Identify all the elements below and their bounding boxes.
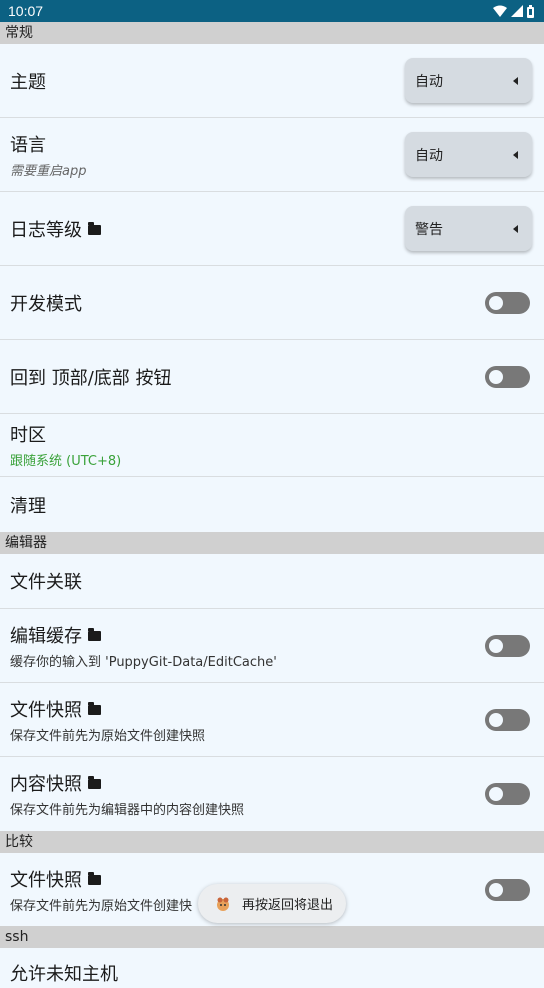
dropdown-value: 自动 <box>415 147 443 164</box>
setting-language[interactable]: 语言 需要重启app 自动 <box>0 118 544 192</box>
setting-file-association[interactable]: 文件关联 <box>0 554 544 609</box>
setting-subtitle: 缓存你的输入到 'PuppyGit-Data/EditCache' <box>10 654 277 670</box>
setting-title: 日志等级 <box>10 219 82 241</box>
setting-title: 文件快照 <box>10 699 82 721</box>
caret-left-icon <box>513 224 518 233</box>
setting-dev-mode[interactable]: 开发模式 <box>0 266 544 340</box>
setting-subtitle: 保存文件前先为原始文件创建快 <box>10 898 193 914</box>
setting-subtitle: 保存文件前先为编辑器中的内容创建快照 <box>10 803 245 818</box>
setting-title: 编辑缓存 <box>10 625 82 647</box>
dropdown-value: 自动 <box>415 73 443 90</box>
compare-file-snapshot-toggle[interactable] <box>485 878 530 901</box>
dev-mode-toggle[interactable] <box>485 291 530 314</box>
setting-title: 文件关联 <box>10 572 82 593</box>
wifi-icon <box>493 5 507 17</box>
setting-subtitle: 保存文件前先为原始文件创建快照 <box>10 728 206 744</box>
setting-title: 清理 <box>10 495 46 517</box>
setting-title: 开发模式 <box>10 293 82 315</box>
status-bar: 10:07 <box>0 0 544 22</box>
toast: 再按返回将退出 <box>198 884 346 923</box>
theme-dropdown[interactable]: 自动 <box>405 58 532 103</box>
language-dropdown[interactable]: 自动 <box>405 132 532 177</box>
edit-cache-toggle[interactable] <box>485 634 530 657</box>
setting-title: 时区 <box>10 425 46 446</box>
content-snapshot-toggle[interactable] <box>485 783 530 805</box>
battery-icon <box>527 4 534 18</box>
section-header-general: 常规 <box>0 22 544 44</box>
caret-left-icon <box>513 150 518 159</box>
setting-log-level[interactable]: 日志等级 警告 <box>0 192 544 266</box>
dropdown-value: 警告 <box>415 221 443 238</box>
setting-subtitle: 需要重启app <box>10 163 87 179</box>
app-icon <box>217 897 229 911</box>
setting-title: 语言 <box>10 134 46 156</box>
toggle-knob <box>489 787 503 801</box>
folder-icon[interactable] <box>88 776 101 789</box>
setting-title: 回到 顶部/底部 按钮 <box>10 367 172 389</box>
setting-back-top-bottom[interactable]: 回到 顶部/底部 按钮 <box>0 340 544 414</box>
log-level-dropdown[interactable]: 警告 <box>405 206 532 251</box>
toggle-knob <box>489 638 503 653</box>
folder-icon[interactable] <box>88 221 101 235</box>
toggle-knob <box>489 369 503 384</box>
setting-title: 允许未知主机 <box>10 964 118 985</box>
setting-edit-cache[interactable]: 编辑缓存 缓存你的输入到 'PuppyGit-Data/EditCache' <box>0 609 544 683</box>
folder-icon[interactable] <box>88 871 101 885</box>
toggle-knob <box>489 295 503 310</box>
signal-icon <box>511 5 523 17</box>
editor-file-snapshot-toggle[interactable] <box>485 708 530 731</box>
toggle-knob <box>489 712 503 727</box>
setting-title: 主题 <box>10 71 46 93</box>
setting-cleanup[interactable]: 清理 <box>0 477 544 532</box>
setting-theme[interactable]: 主题 自动 <box>0 44 544 118</box>
setting-editor-file-snapshot[interactable]: 文件快照 保存文件前先为原始文件创建快照 <box>0 683 544 757</box>
setting-title: 文件快照 <box>10 869 82 891</box>
caret-left-icon <box>513 76 518 85</box>
setting-title: 内容快照 <box>10 774 82 795</box>
section-header-editor: 编辑器 <box>0 532 544 554</box>
section-header-compare: 比较 <box>0 831 544 853</box>
folder-icon[interactable] <box>88 701 101 715</box>
section-header-ssh: ssh <box>0 926 544 948</box>
setting-subtitle: 跟随系统 (UTC+8) <box>10 454 122 469</box>
back-top-bottom-toggle[interactable] <box>485 365 530 388</box>
folder-icon[interactable] <box>88 627 101 641</box>
status-time: 10:07 <box>8 3 44 19</box>
setting-ssh-unknown-hosts[interactable]: 允许未知主机 <box>0 948 544 988</box>
toggle-knob <box>489 882 503 897</box>
setting-content-snapshot[interactable]: 内容快照 保存文件前先为编辑器中的内容创建快照 <box>0 757 544 831</box>
toast-text: 再按返回将退出 <box>242 898 334 913</box>
setting-timezone[interactable]: 时区 跟随系统 (UTC+8) <box>0 414 544 477</box>
